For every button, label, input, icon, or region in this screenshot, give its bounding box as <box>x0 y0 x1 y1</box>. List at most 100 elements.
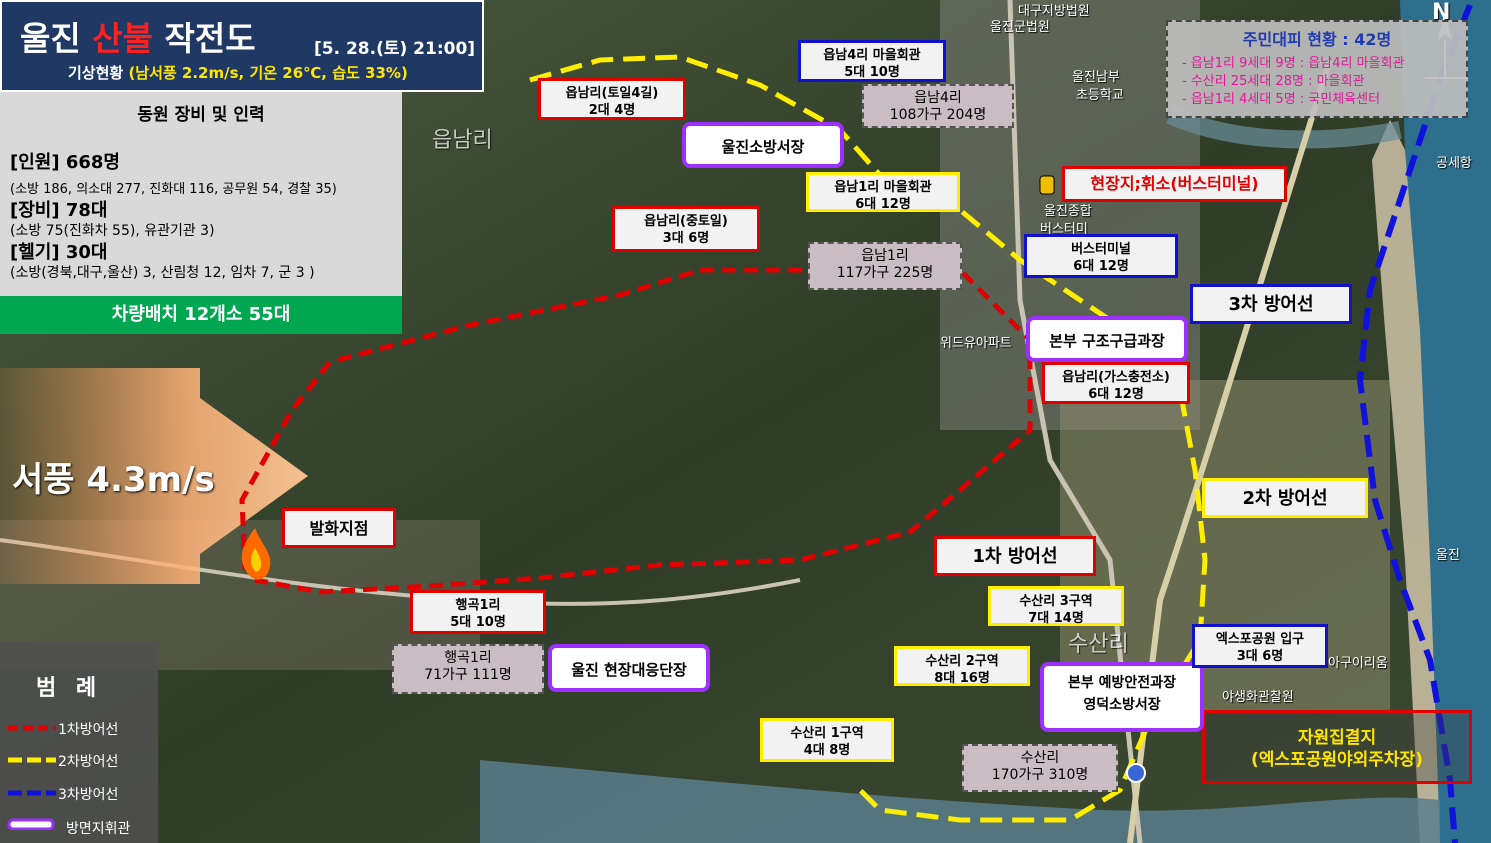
commander-title: 울진소방서장 <box>721 138 805 156</box>
label-agu: 아구이리움 <box>1328 656 1388 671</box>
legend-title: 범 례 <box>36 676 103 701</box>
ignition-text: 발화지점 <box>309 519 369 538</box>
label-gongse: 공세항 <box>1436 156 1472 171</box>
callout-detail: 3대 6명 <box>1236 649 1284 664</box>
callout-detail: 4대 8명 <box>803 743 851 758</box>
equipment-total: [장비] 78대 <box>10 200 108 221</box>
resources-title: 동원 장비 및 인력 <box>137 105 265 125</box>
callout-title: 읍남리(중토일) <box>644 214 728 229</box>
callout-eupnam1-households: 읍남1리 117가구 225명 <box>808 242 962 290</box>
evacuation-panel: 주민대피 현황 : 42명 - 읍남1리 9세대 9명 : 읍남4리 마을회관 … <box>1166 20 1468 118</box>
callout-eupnam1-hall: 읍남1리 마을회관 6대 12명 <box>806 172 960 212</box>
callout-detail: 2대 4명 <box>588 103 636 118</box>
callout-expo-park-entrance: 엑스포공원 입구 3대 6명 <box>1192 624 1328 668</box>
staging-area: 자원집결지 (엑스포공원야외주차장) <box>1202 710 1472 784</box>
callout-bus-terminal: 버스터미널 6대 12명 <box>1024 234 1178 278</box>
callout-title: 읍남리(가스충전소) <box>1062 370 1170 385</box>
weather-label: 기상현황 <box>68 64 124 82</box>
equipment-detail: (소방 75(진화차 55), 유관기관 3) <box>10 223 215 239</box>
commander-title: 본부 구조구급과장 <box>1049 332 1165 350</box>
legend-panel: 범 례 1차방어선 2차방어선 3차방어선 방면지휘관 <box>0 642 158 843</box>
label-school: 울진남부 <box>1072 70 1120 85</box>
label-apartment: 위드유아파트 <box>940 336 1012 351</box>
legend-item-first: 1차방어선 <box>58 722 119 738</box>
page-title: 울진 산불 작전도 <box>20 12 256 60</box>
callout-susan-households: 수산리 170가구 310명 <box>962 744 1118 792</box>
callout-susan-zone1: 수산리 1구역 4대 8명 <box>760 718 894 762</box>
callout-title: 수산리 <box>1020 750 1060 766</box>
commander-title: 본부 예방안전과장 <box>1068 675 1176 691</box>
callout-haenggok1-units: 행곡1리 5대 10명 <box>410 590 546 634</box>
evacuation-line: - 읍남1리 9세대 9명 : 읍남4리 마을회관 <box>1182 56 1405 71</box>
commander-field-response: 울진 현장대응단장 <box>548 644 710 692</box>
resources-panel: 동원 장비 및 인력 [인원] 668명 (소방 186, 의소대 277, 진… <box>0 92 402 296</box>
callout-haenggok1-households: 행곡1리 71가구 111명 <box>392 644 544 694</box>
callout-title: 버스터미널 <box>1071 242 1131 257</box>
title-datetime: [5. 28.(토) 21:00] <box>314 39 476 59</box>
title-suffix: 작전도 <box>164 19 256 58</box>
second-defense-label: 2차 방어선 <box>1202 478 1368 518</box>
callout-detail: 117가구 225명 <box>836 265 934 281</box>
bus-icon <box>1039 175 1055 195</box>
label-susan: 수산리 <box>1068 632 1129 657</box>
wind-label: 서풍 4.3m/s <box>12 460 215 500</box>
first-defense-text: 1차 방어선 <box>972 546 1058 567</box>
label-eupnam: 읍남리 <box>432 128 493 153</box>
commander-title: 울진 현장대응단장 <box>571 661 687 679</box>
callout-detail: 3대 6명 <box>662 231 710 246</box>
callout-eupnam-gas-station: 읍남리(가스충전소) 6대 12명 <box>1042 362 1190 404</box>
callout-detail: 8대 16명 <box>934 671 990 686</box>
weather-values: (남서풍 2.2m/s, 기온 26℃, 습도 33%) <box>128 64 408 82</box>
staging-location: (엑스포공원야외주차장) <box>1251 750 1423 770</box>
third-defense-text: 3차 방어선 <box>1228 294 1314 315</box>
third-defense-label: 3차 방어선 <box>1190 284 1352 324</box>
callout-title: 읍남4리 마을회관 <box>823 48 921 63</box>
legend-item-commander: 방면지휘관 <box>66 821 131 837</box>
callout-eupnam4-hall: 읍남4리 마을회관 5대 10명 <box>798 40 946 82</box>
callout-title: 수산리 3구역 <box>1019 594 1093 609</box>
vehicle-deployment: 차량배치 12개소 55대 <box>0 296 402 334</box>
interchange-icon <box>1126 763 1146 783</box>
label-uljin: 울진 <box>1436 548 1460 563</box>
second-defense-text: 2차 방어선 <box>1242 488 1328 509</box>
commander-subtitle: 영덕소방서장 <box>1083 697 1161 713</box>
label-court2: 울진군법원 <box>990 20 1050 35</box>
callout-title: 읍남리(토일4길) <box>565 86 659 101</box>
callout-detail: 108가구 204명 <box>889 107 987 123</box>
label-terminal-area: 울진종합 <box>1044 204 1092 219</box>
helicopters-detail: (소방(경북,대구,울산) 3, 산림청 12, 임차 7, 군 3 ) <box>10 265 315 281</box>
legend-swatch-commander <box>7 818 55 830</box>
evacuation-line: - 읍남1리 4세대 5명 : 국민체육센터 <box>1182 92 1381 107</box>
callout-detail: 6대 12명 <box>1073 259 1129 274</box>
legend-item-third: 3차방어선 <box>58 787 119 803</box>
commander-uljin-chief: 울진소방서장 <box>682 122 844 168</box>
personnel-total: [인원] 668명 <box>10 152 120 173</box>
callout-detail: 6대 12명 <box>1088 387 1144 402</box>
callout-eupnam-jungtoil: 읍남리(중토일) 3대 6명 <box>612 206 760 252</box>
ignition-point-label: 발화지점 <box>282 508 396 548</box>
title-prefix: 울진 <box>20 19 81 58</box>
callout-susan-zone2: 수산리 2구역 8대 16명 <box>894 646 1030 686</box>
evacuation-line: - 수산리 25세대 28명 : 마을회관 <box>1182 74 1365 89</box>
title-highlight: 산불 <box>92 19 153 58</box>
callout-eupnam4-households: 읍남4리 108가구 204명 <box>862 84 1014 128</box>
callout-title: 수산리 2구역 <box>925 654 999 669</box>
title-panel: 울진 산불 작전도 [5. 28.(토) 21:00] 기상현황 (남서풍 2.… <box>0 0 484 92</box>
callout-title: 읍남1리 <box>861 248 909 264</box>
callout-detail: 5대 10명 <box>450 615 506 630</box>
callout-title: 행곡1리 <box>455 598 501 613</box>
callout-title: 엑스포공원 입구 <box>1215 632 1305 647</box>
callout-detail: 5대 10명 <box>844 65 900 80</box>
commander-prevention-chief: 본부 예방안전과장 영덕소방서장 <box>1040 662 1204 732</box>
callout-detail: 71가구 111명 <box>424 667 512 683</box>
callout-title: 읍남4리 <box>914 90 962 106</box>
label-wildflower: 야생화관찰원 <box>1222 690 1294 705</box>
callout-susan-zone3: 수산리 3구역 7대 14명 <box>988 586 1124 626</box>
field-command-post: 현장지;휘소(버스터미널) <box>1062 166 1287 202</box>
evacuation-title: 주민대피 현황 : 42명 <box>1242 30 1392 49</box>
callout-detail: 6대 12명 <box>855 197 911 212</box>
legend-item-second: 2차방어선 <box>58 754 119 770</box>
legend-swatches <box>7 725 56 830</box>
staging-title: 자원집결지 <box>1297 728 1377 748</box>
callout-title: 읍남1리 마을회관 <box>834 180 932 195</box>
